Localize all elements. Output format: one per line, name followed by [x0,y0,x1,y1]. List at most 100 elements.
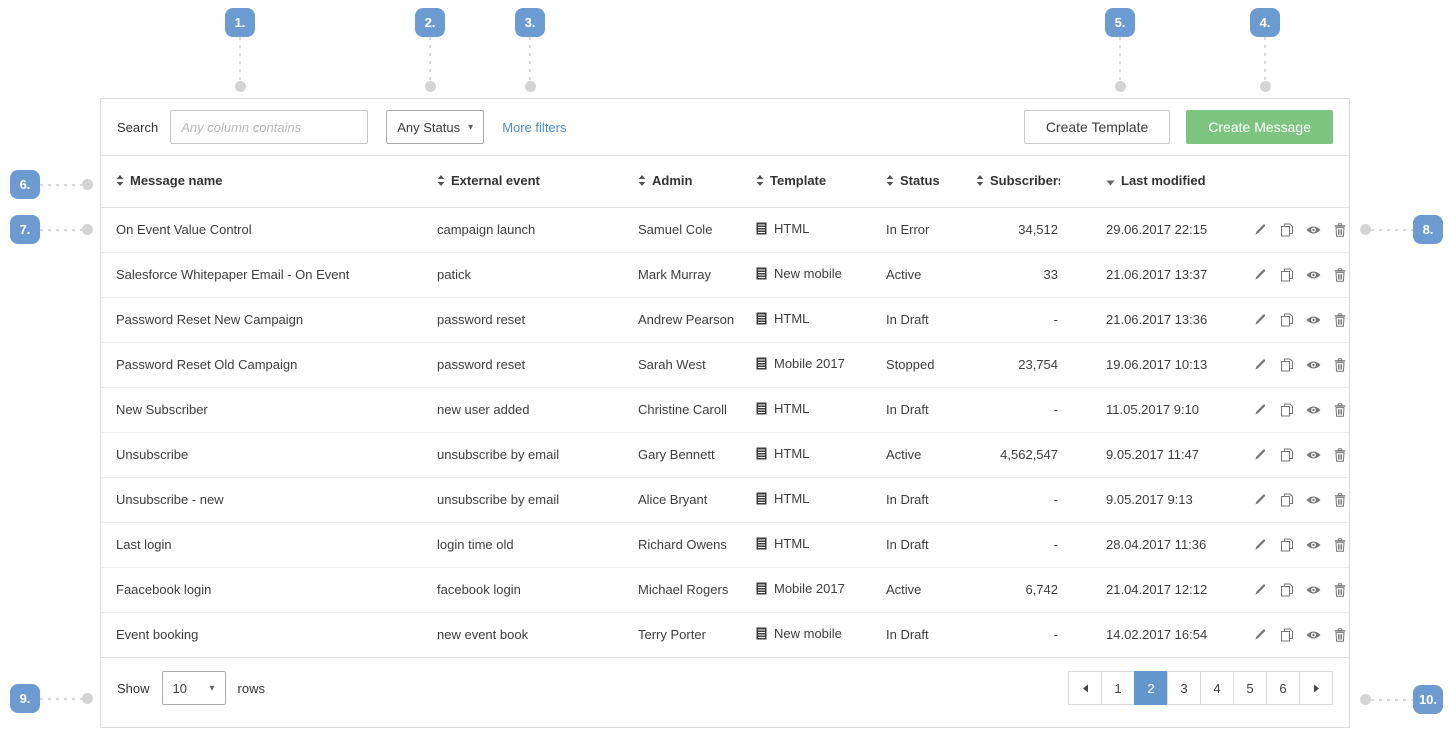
column-header-external-event[interactable]: External event [437,156,638,207]
template-cell: New mobile [756,612,886,657]
rows-per-page-dropdown[interactable]: 10 ▾ [162,671,226,705]
sort-icon [116,174,124,189]
pagination-next-button[interactable] [1299,671,1333,705]
duplicate-icon[interactable] [1279,264,1297,286]
last-modified-cell: 21.06.2017 13:36 [1060,297,1246,342]
create-message-button[interactable]: Create Message [1186,110,1333,144]
preview-icon[interactable] [1305,354,1323,376]
preview-icon[interactable] [1305,579,1323,601]
delete-icon[interactable] [1332,624,1350,646]
duplicate-icon[interactable] [1279,309,1297,331]
column-header-admin[interactable]: Admin [638,156,756,207]
row-actions-cell [1246,207,1349,252]
preview-icon[interactable] [1305,444,1323,466]
column-header-template[interactable]: Template [756,156,886,207]
status-filter-dropdown[interactable]: Any Status ▾ [386,110,484,144]
column-header-actions [1246,156,1349,207]
status-cell: In Draft [886,297,976,342]
preview-icon[interactable] [1305,534,1323,556]
delete-icon[interactable] [1332,264,1350,286]
more-filters-link[interactable]: More filters [502,120,566,135]
search-input[interactable] [170,110,368,144]
duplicate-icon[interactable] [1279,489,1297,511]
pagination-page-3[interactable]: 3 [1167,671,1201,705]
annotation-dashed-line [429,37,431,81]
preview-icon[interactable] [1305,624,1323,646]
last-modified-cell: 21.06.2017 13:37 [1060,252,1246,297]
annotation-callout-9: 9. [10,684,93,713]
external-event-cell: unsubscribe by email [437,477,638,522]
table-row: Password Reset New Campaignpassword rese… [101,297,1349,342]
delete-icon[interactable] [1332,219,1350,241]
template-document-icon [756,492,767,508]
column-header-subscribers[interactable]: Subscribers [976,156,1060,207]
table-row: Password Reset Old Campaignpassword rese… [101,342,1349,387]
template-document-icon [756,312,767,328]
preview-icon[interactable] [1305,219,1323,241]
edit-icon[interactable] [1252,309,1270,331]
delete-icon[interactable] [1332,444,1350,466]
pagination-page-6[interactable]: 6 [1266,671,1300,705]
column-header-status[interactable]: Status [886,156,976,207]
template-cell: HTML [756,387,886,432]
show-label: Show [117,681,150,696]
status-cell: In Draft [886,522,976,567]
annotation-badge: 9. [10,684,40,713]
delete-icon[interactable] [1332,489,1350,511]
admin-cell: Richard Owens [638,522,756,567]
preview-icon[interactable] [1305,309,1323,331]
duplicate-icon[interactable] [1279,354,1297,376]
edit-icon[interactable] [1252,489,1270,511]
status-cell: Stopped [886,342,976,387]
duplicate-icon[interactable] [1279,444,1297,466]
column-header-last-modified[interactable]: Last modified [1060,156,1246,207]
delete-icon[interactable] [1332,354,1350,376]
pagination-page-1[interactable]: 1 [1101,671,1135,705]
delete-icon[interactable] [1332,579,1350,601]
edit-icon[interactable] [1252,534,1270,556]
template-document-icon [756,627,767,643]
admin-cell: Gary Bennett [638,432,756,477]
external-event-cell: login time old [437,522,638,567]
template-document-icon [756,222,767,238]
external-event-cell: campaign launch [437,207,638,252]
duplicate-icon[interactable] [1279,534,1297,556]
template-name: Mobile 2017 [774,356,845,371]
column-header-label: Admin [652,173,692,188]
admin-cell: Andrew Pearson [638,297,756,342]
delete-icon[interactable] [1332,399,1350,421]
edit-icon[interactable] [1252,444,1270,466]
annotation-badge: 4. [1250,8,1280,37]
duplicate-icon[interactable] [1279,399,1297,421]
column-header-message-name[interactable]: Message name [101,156,437,207]
annotation-callout-3: 3. [515,8,545,92]
annotation-dot [1260,81,1271,92]
pagination-prev-button[interactable] [1068,671,1102,705]
create-template-button[interactable]: Create Template [1024,110,1170,144]
preview-icon[interactable] [1305,489,1323,511]
edit-icon[interactable] [1252,219,1270,241]
preview-icon[interactable] [1305,399,1323,421]
edit-icon[interactable] [1252,264,1270,286]
edit-icon[interactable] [1252,579,1270,601]
sort-icon [638,174,646,189]
preview-icon[interactable] [1305,264,1323,286]
subscribers-cell: - [976,387,1060,432]
delete-icon[interactable] [1332,534,1350,556]
template-name: HTML [774,536,809,551]
delete-icon[interactable] [1332,309,1350,331]
message-name-cell: Faacebook login [101,567,437,612]
edit-icon[interactable] [1252,399,1270,421]
duplicate-icon[interactable] [1279,624,1297,646]
edit-icon[interactable] [1252,354,1270,376]
edit-icon[interactable] [1252,624,1270,646]
duplicate-icon[interactable] [1279,219,1297,241]
table-row: Unsubscribe - newunsubscribe by emailAli… [101,477,1349,522]
annotation-badge: 5. [1105,8,1135,37]
annotation-dashed-line [40,229,82,231]
message-name-cell: Salesforce Whitepaper Email - On Event [101,252,437,297]
duplicate-icon[interactable] [1279,579,1297,601]
pagination-page-2[interactable]: 2 [1134,671,1168,705]
pagination-page-5[interactable]: 5 [1233,671,1267,705]
pagination-page-4[interactable]: 4 [1200,671,1234,705]
